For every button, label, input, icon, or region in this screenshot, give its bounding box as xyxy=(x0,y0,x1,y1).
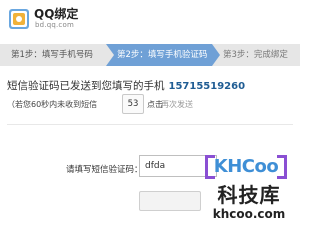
submit-button[interactable] xyxy=(139,191,201,211)
divider xyxy=(7,124,293,125)
header: QQ绑定 bd.qq.com xyxy=(0,0,300,38)
watermark-url: khcoo.com xyxy=(212,207,286,221)
step-2-active: 第2步：填写手机验证码 xyxy=(106,44,212,66)
phone-number: 15715519260 xyxy=(168,81,246,92)
app-title: QQ绑定 xyxy=(34,7,79,21)
watermark-chinese: 科技库 xyxy=(217,183,281,207)
resend-link[interactable]: 再次发送 xyxy=(161,99,193,110)
sms-sent-message: 短信验证码已发送到您填写的手机 15715519260 xyxy=(7,78,245,93)
step-arrow-1 xyxy=(106,44,114,66)
qq-logo-icon xyxy=(9,9,29,29)
step-1: 第1步：填写手机号码 xyxy=(0,44,106,66)
sms-sent-text: 短信验证码已发送到您填写的手机 xyxy=(7,80,165,92)
step-progress: 第1步：填写手机号码 第2步：填写手机验证码 第3步：完成绑定 xyxy=(0,44,300,66)
watermark-name: KHCoo xyxy=(213,156,279,177)
step-3: 第3步：完成绑定 xyxy=(212,44,300,66)
retry-note: （若您60秒内未收到短信 xyxy=(7,100,98,109)
countdown-timer: 53 xyxy=(122,94,144,114)
watermark-logo: KHCoo xyxy=(205,153,287,181)
app-subtitle: bd.qq.com xyxy=(35,21,74,29)
code-field-label: 请填写短信验证码： xyxy=(66,165,143,175)
watermark: KHCoo 科技库 khcoo.com xyxy=(203,153,295,223)
step-arrow-2 xyxy=(212,44,220,66)
